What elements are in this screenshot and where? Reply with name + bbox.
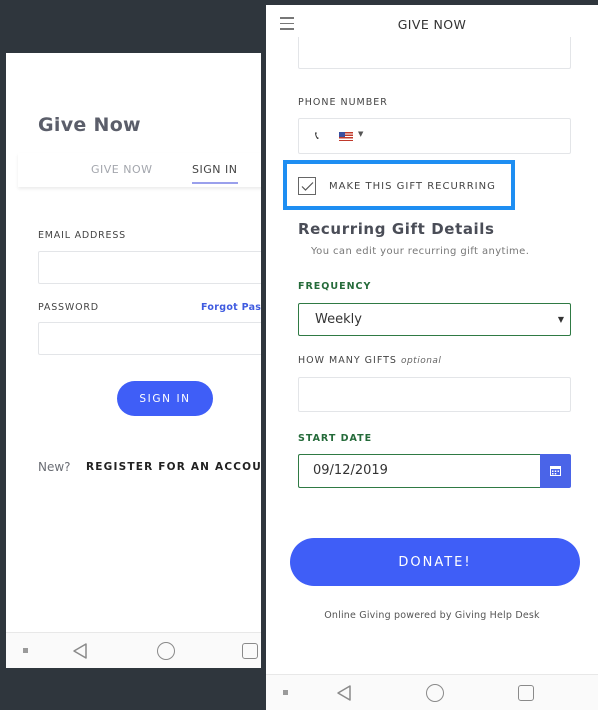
nav-indicator-dot: [23, 648, 28, 653]
recurring-label[interactable]: MAKE THIS GIFT RECURRING: [329, 181, 496, 192]
tab-sign-in[interactable]: SIGN IN: [192, 163, 237, 176]
how-many-gifts-label: HOW MANY GIFTS optional: [298, 355, 441, 366]
start-date-label: START DATE: [298, 433, 373, 444]
active-tab-indicator: [192, 182, 238, 184]
phone-field[interactable]: 📞︎ ▼: [298, 118, 571, 154]
calendar-button[interactable]: [540, 454, 571, 488]
tab-give-now[interactable]: GIVE NOW: [91, 163, 153, 176]
new-user-text: New?: [38, 460, 71, 474]
email-label: EMAIL ADDRESS: [38, 230, 127, 241]
home-icon[interactable]: [157, 642, 175, 660]
password-label: PASSWORD: [38, 302, 99, 313]
recents-icon[interactable]: [518, 685, 534, 701]
previous-field[interactable]: [298, 37, 571, 69]
recurring-heading: Recurring Gift Details: [298, 220, 495, 238]
phone-label: PHONE NUMBER: [298, 97, 388, 108]
frequency-label: FREQUENCY: [298, 281, 372, 292]
recurring-checkbox[interactable]: [298, 177, 316, 195]
optional-hint: optional: [400, 356, 442, 366]
home-icon[interactable]: [426, 684, 444, 702]
recurring-subtext: You can edit your recurring gift anytime…: [311, 246, 530, 257]
start-date-value: 09/12/2019: [313, 463, 388, 478]
chevron-down-icon[interactable]: ▼: [358, 130, 363, 138]
give-now-screen: GIVE NOW PHONE NUMBER 📞︎ ▼ MAKE THIS GIF…: [266, 5, 598, 710]
recents-icon[interactable]: [242, 643, 258, 659]
back-icon[interactable]: [336, 684, 352, 702]
powered-by-text: Online Giving powered by Giving Help Des…: [324, 610, 540, 621]
register-link[interactable]: REGISTER FOR AN ACCOUNT: [86, 461, 261, 473]
chevron-down-icon: ▼: [557, 315, 564, 324]
page-title: Give Now: [38, 114, 141, 136]
donate-button[interactable]: DONATE!: [290, 538, 580, 586]
sign-in-button[interactable]: SIGN IN: [117, 381, 213, 416]
android-nav-bar: [6, 632, 261, 668]
checkmark-icon: [301, 182, 314, 191]
start-date-field[interactable]: 09/12/2019: [298, 454, 540, 488]
calendar-icon: [550, 466, 561, 476]
frequency-select[interactable]: Weekly ▼: [298, 303, 571, 336]
back-icon[interactable]: [72, 642, 88, 660]
phone-icon: 📞︎: [315, 129, 319, 142]
us-flag-icon[interactable]: [339, 132, 353, 141]
nav-indicator-dot: [283, 690, 288, 695]
tab-bar: GIVE NOW SIGN IN: [18, 153, 261, 187]
password-field[interactable]: [38, 322, 261, 355]
header-title: GIVE NOW: [397, 17, 467, 32]
forgot-password-link[interactable]: Forgot Pass: [201, 302, 261, 313]
android-nav-bar: [266, 674, 598, 710]
frequency-value: Weekly: [315, 312, 362, 327]
how-many-gifts-field[interactable]: [298, 377, 571, 412]
how-many-gifts-text: HOW MANY GIFTS: [298, 355, 397, 366]
sign-in-screen: Give Now GIVE NOW SIGN IN EMAIL ADDRESS …: [6, 53, 261, 668]
email-field[interactable]: [38, 251, 261, 284]
